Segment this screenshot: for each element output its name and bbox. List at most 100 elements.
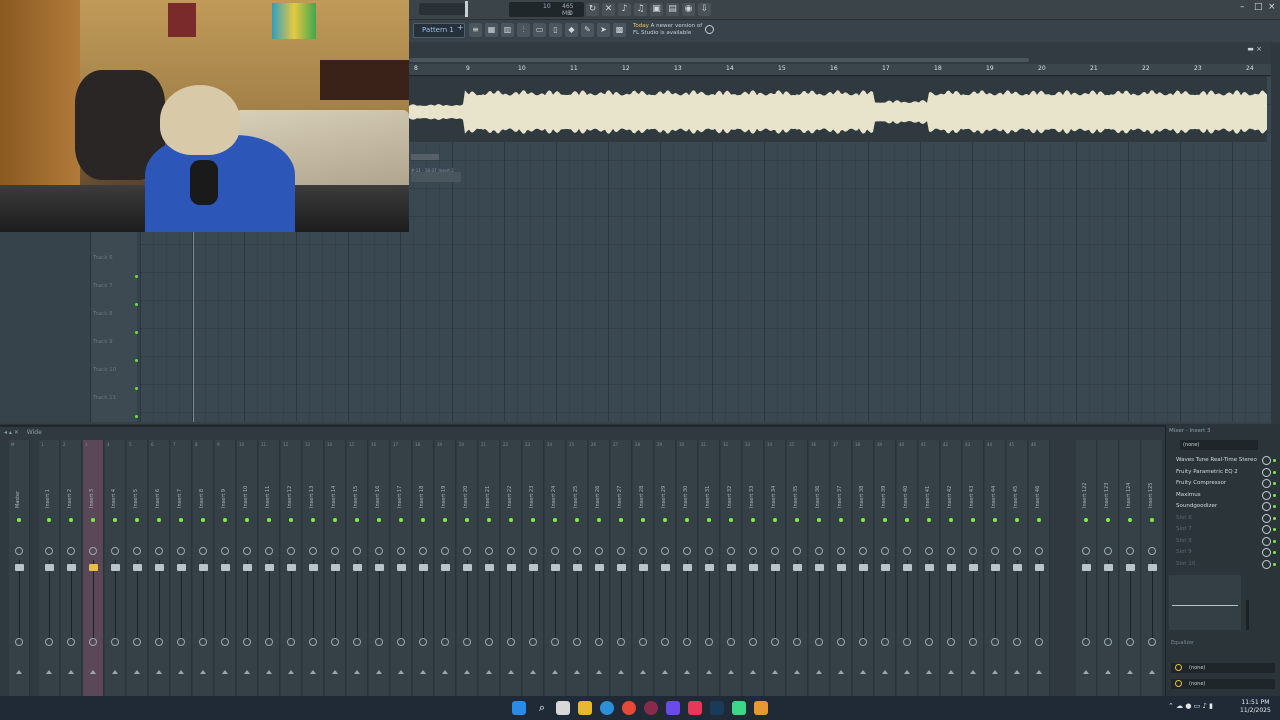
horizontal-scrollbar[interactable] — [409, 58, 1029, 62]
volume-fader[interactable] — [441, 564, 450, 571]
route-arrow-icon[interactable] — [90, 670, 96, 674]
route-arrow-icon[interactable] — [486, 670, 492, 674]
route-arrow-icon[interactable] — [992, 670, 998, 674]
route-knob[interactable] — [375, 638, 383, 646]
mixer-strip[interactable]: 30 Insert 30 — [677, 440, 698, 698]
mixer-strip[interactable]: 23 Insert 23 — [523, 440, 544, 698]
strip-enable-led[interactable] — [333, 518, 337, 522]
pan-knob[interactable] — [441, 547, 449, 555]
route-knob[interactable] — [353, 638, 361, 646]
playlist-icon[interactable]: ≡ — [469, 23, 482, 37]
maximize-icon[interactable]: □ — [1254, 3, 1263, 12]
route-knob[interactable] — [89, 638, 97, 646]
strip-enable-led[interactable] — [223, 518, 227, 522]
route-knob[interactable] — [661, 638, 669, 646]
mixer-strip[interactable]: 44 Insert 44 — [985, 440, 1006, 698]
fx-mix-knob[interactable] — [1262, 467, 1271, 477]
volume-fader[interactable] — [133, 564, 142, 571]
strip-enable-led[interactable] — [1106, 518, 1110, 522]
pan-knob[interactable] — [925, 547, 933, 555]
volume-fader[interactable] — [705, 564, 714, 571]
volume-fader[interactable] — [111, 564, 120, 571]
route-knob[interactable] — [925, 638, 933, 646]
strip-enable-led[interactable] — [1128, 518, 1132, 522]
pan-knob[interactable] — [837, 547, 845, 555]
mixer-strip[interactable]: 27 Insert 27 — [611, 440, 632, 698]
volume-fader[interactable] — [155, 564, 164, 571]
fx-enable-led[interactable] — [1273, 493, 1276, 497]
strip-enable-led[interactable] — [289, 518, 293, 522]
route-arrow-icon[interactable] — [508, 670, 514, 674]
strip-enable-led[interactable] — [993, 518, 997, 522]
route-knob[interactable] — [243, 638, 251, 646]
fx-mix-knob[interactable] — [1262, 525, 1271, 534]
strip-enable-led[interactable] — [355, 518, 359, 522]
volume-fader[interactable] — [221, 564, 230, 571]
mixer-icon[interactable]: ⫶ — [517, 23, 530, 37]
strip-enable-led[interactable] — [421, 518, 425, 522]
route-knob[interactable] — [551, 638, 559, 646]
route-arrow-icon[interactable] — [838, 670, 844, 674]
route-arrow-icon[interactable] — [310, 670, 316, 674]
pan-knob[interactable] — [265, 547, 273, 555]
pan-knob[interactable] — [573, 547, 581, 555]
mixer-strip[interactable]: 25 Insert 25 — [567, 440, 588, 698]
tempo-display[interactable] — [419, 3, 467, 15]
route-arrow-icon[interactable] — [662, 670, 668, 674]
strip-enable-led[interactable] — [487, 518, 491, 522]
mixer-strip[interactable]: Insert 123 — [1098, 440, 1119, 698]
route-arrow-icon[interactable] — [332, 670, 338, 674]
pan-knob[interactable] — [1126, 547, 1134, 555]
mixer-strip[interactable]: 18 Insert 18 — [413, 440, 434, 698]
pan-knob[interactable] — [1148, 547, 1156, 555]
volume-fader[interactable] — [639, 564, 648, 571]
strip-enable-led[interactable] — [509, 518, 513, 522]
route-arrow-icon[interactable] — [288, 670, 294, 674]
mic-icon[interactable]: ♪ — [618, 3, 631, 16]
strip-enable-led[interactable] — [69, 518, 73, 522]
volume-fader[interactable] — [353, 564, 362, 571]
route-arrow-icon[interactable] — [266, 670, 272, 674]
mixer-strip[interactable]: 19 Insert 19 — [435, 440, 456, 698]
pan-knob[interactable] — [1082, 547, 1090, 555]
fx-enable-led[interactable] — [1273, 528, 1276, 531]
pan-knob[interactable] — [67, 547, 75, 555]
route-arrow-icon[interactable] — [574, 670, 580, 674]
strip-enable-led[interactable] — [91, 518, 95, 522]
volume-fader[interactable] — [507, 564, 516, 571]
mix-level-slider[interactable] — [1246, 600, 1249, 630]
pan-knob[interactable] — [45, 547, 53, 555]
task-view-icon[interactable] — [556, 701, 570, 715]
pan-knob[interactable] — [287, 547, 295, 555]
volume-fader[interactable] — [419, 564, 428, 571]
route-arrow-icon[interactable] — [1014, 670, 1020, 674]
fx-enable-led[interactable] — [1273, 551, 1276, 554]
route-knob[interactable] — [837, 638, 845, 646]
track-active-led[interactable] — [135, 275, 138, 278]
file-icon[interactable]: ▯ — [549, 23, 562, 37]
route-arrow-icon[interactable] — [530, 670, 536, 674]
strip-enable-led[interactable] — [201, 518, 205, 522]
mixer-strip[interactable]: Insert 124 — [1120, 440, 1141, 698]
download-icon[interactable]: ⇩ — [698, 3, 711, 16]
volume-fader[interactable] — [925, 564, 934, 571]
strip-enable-led[interactable] — [399, 518, 403, 522]
volume-fader[interactable] — [573, 564, 582, 571]
mixer-strip[interactable]: 17 Insert 17 — [391, 440, 412, 698]
master-volume-slider[interactable] — [465, 1, 468, 17]
render-icon[interactable]: ▤ — [666, 3, 679, 16]
fx-slot[interactable]: Fruity Parametric EQ 2 — [1171, 467, 1261, 477]
mixer-strip[interactable]: 43 Insert 43 — [963, 440, 984, 698]
loop-icon[interactable]: ↻ — [586, 3, 599, 16]
mixer-strip[interactable]: 4 Insert 4 — [105, 440, 126, 698]
volume-fader[interactable] — [1148, 564, 1157, 571]
volume-fader[interactable] — [1126, 564, 1135, 571]
pan-knob[interactable] — [507, 547, 515, 555]
vertical-scrollbar[interactable] — [1271, 44, 1280, 424]
route-arrow-icon[interactable] — [882, 670, 888, 674]
route-arrow-icon[interactable] — [222, 670, 228, 674]
fx-mix-knob[interactable] — [1262, 559, 1271, 569]
mixer-strip[interactable]: 28 Insert 28 — [633, 440, 654, 698]
fx-enable-led[interactable] — [1273, 459, 1276, 462]
music-icon[interactable] — [688, 701, 702, 715]
